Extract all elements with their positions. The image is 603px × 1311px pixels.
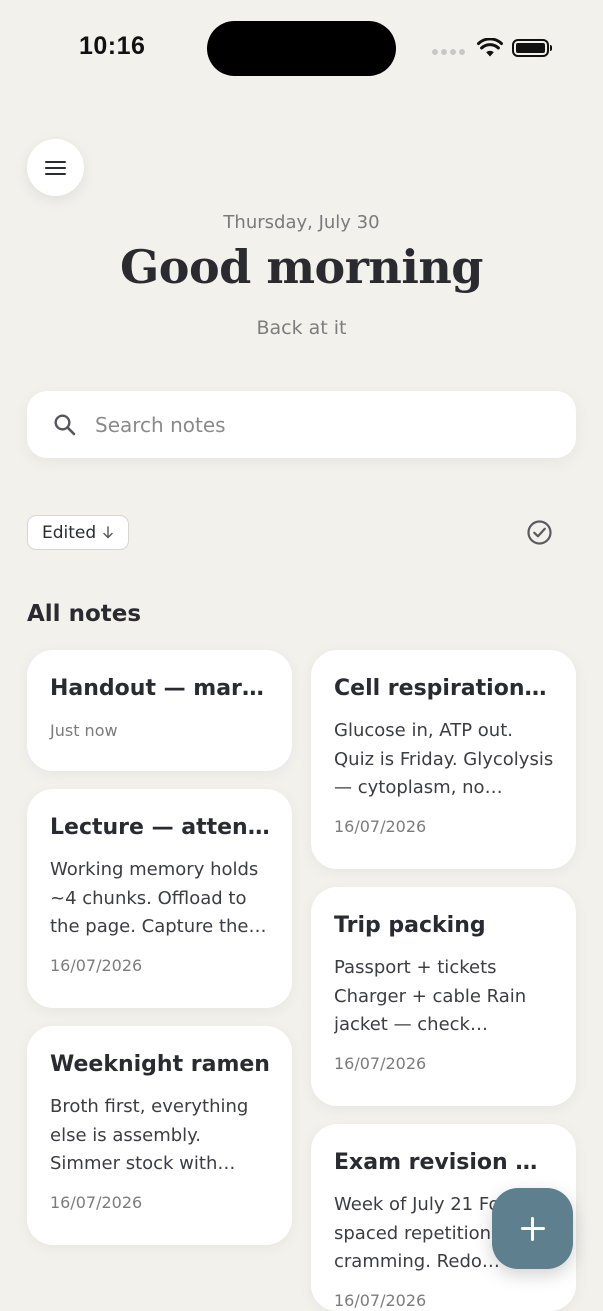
greeting-subtitle: Back at it xyxy=(256,317,347,339)
note-preview: Passport + tickets Charger + cable Rain … xyxy=(334,957,527,1035)
battery-icon xyxy=(512,39,552,57)
plus-icon xyxy=(520,1216,545,1241)
note-date: 16/07/2026 xyxy=(50,1192,143,1212)
section-title: All notes xyxy=(27,601,142,627)
new-note-button[interactable] xyxy=(492,1188,573,1269)
hamburger-menu-icon xyxy=(45,160,66,175)
sort-label: Edited xyxy=(42,522,97,543)
search-input[interactable] xyxy=(95,412,535,437)
sort-button[interactable]: Edited xyxy=(27,515,130,550)
note-title: Weeknight ramen xyxy=(50,1052,270,1077)
note-title: Lecture — attenti… xyxy=(50,815,270,840)
note-date: 16/07/2026 xyxy=(334,816,427,836)
greeting-title: Good morning xyxy=(120,240,483,294)
note-date: Just now xyxy=(50,721,118,740)
status-icons xyxy=(432,36,552,60)
note-date: 16/07/2026 xyxy=(334,1053,427,1073)
menu-button[interactable] xyxy=(27,139,84,196)
search-bar[interactable] xyxy=(27,391,576,458)
note-card[interactable]: Cell respiration … Glucose in, ATP out. … xyxy=(311,650,576,869)
note-card[interactable]: Weeknight ramen Broth first, everything … xyxy=(27,1026,292,1245)
status-time: 10:16 xyxy=(79,32,146,60)
search-icon xyxy=(54,414,76,436)
wifi-icon xyxy=(477,38,503,57)
note-preview: Glucose in, ATP out. Quiz is Friday. Gly… xyxy=(334,720,554,798)
dynamic-island xyxy=(207,21,396,76)
note-title: Cell respiration … xyxy=(334,676,554,701)
note-title: Handout — mark… xyxy=(50,676,270,701)
note-title: Trip packing xyxy=(334,913,486,938)
arrow-down-icon xyxy=(103,526,113,539)
date-label: Thursday, July 30 xyxy=(223,212,380,233)
note-preview: Working memory holds ~4 chunks. Offload … xyxy=(50,859,259,937)
note-date: 16/07/2026 xyxy=(50,955,143,975)
note-card[interactable]: Lecture — attenti… Working memory holds … xyxy=(27,789,292,1008)
cellular-signal-icon xyxy=(432,49,465,55)
check-circle-icon[interactable] xyxy=(526,519,553,546)
note-card[interactable]: Trip packing Passport + tickets Charger … xyxy=(311,887,576,1106)
note-date: 16/07/2026 xyxy=(334,1290,427,1310)
note-title: Exam revision — … xyxy=(334,1150,554,1175)
note-card[interactable]: Handout — mark… Just now xyxy=(27,650,292,771)
note-preview: Broth first, everything else is assembly… xyxy=(50,1096,249,1174)
